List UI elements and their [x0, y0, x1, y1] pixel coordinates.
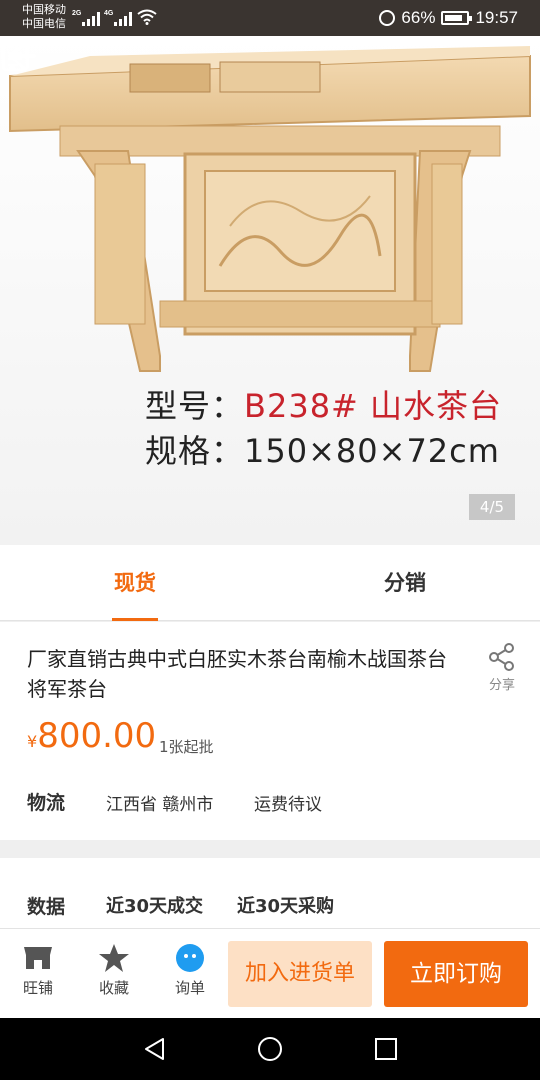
nav-home-icon[interactable]	[257, 1036, 283, 1062]
clock: 19:57	[475, 8, 518, 27]
model-label: 型号：	[145, 387, 245, 425]
bottom-action-bar: 旺铺 收藏 询单 加入进货单 立即订购	[0, 928, 540, 1018]
price-value: 800.00	[37, 716, 157, 756]
network-type-1: 2G	[72, 10, 82, 17]
shop-button[interactable]: 旺铺	[10, 943, 66, 998]
carrier-info: 中国移动 中国电信	[22, 3, 66, 31]
favorite-button[interactable]: 收藏	[86, 943, 142, 998]
carrier-2: 中国电信	[22, 17, 66, 30]
spec-label: 规格：	[145, 432, 245, 470]
status-right: 66% 19:57	[379, 8, 518, 28]
data-label: 数据	[27, 896, 66, 918]
logistics-fee: 运费待议	[254, 795, 322, 815]
image-pager-indicator: 4/5	[469, 494, 515, 520]
battery-icon	[441, 11, 473, 25]
model-value: B238# 山水茶台	[244, 387, 503, 425]
carrier-1: 中国移动	[22, 3, 66, 16]
tab-distribution[interactable]: 分销	[360, 545, 450, 621]
battery-percent: 66%	[401, 8, 436, 27]
favorite-label: 收藏	[98, 979, 129, 997]
currency-symbol: ¥	[27, 732, 38, 751]
share-icon	[489, 643, 514, 671]
product-info-card: 厂家直销古典中式白胚实木茶台南榆木战国茶台将军茶台 分享 ¥800.00 1张起…	[0, 622, 540, 840]
buy-now-button[interactable]: 立即订购	[384, 941, 528, 1007]
tab-bar: 现货 分销	[0, 545, 540, 621]
minimum-order: 1张起批	[159, 738, 214, 756]
shop-label: 旺铺	[22, 979, 53, 997]
spec-value: 150×80×72cm	[244, 432, 500, 470]
data-30day-deals: 近30天成交	[106, 896, 204, 917]
nav-recents-icon[interactable]	[373, 1036, 399, 1062]
chat-bubble-icon	[176, 944, 204, 972]
alarm-icon	[379, 10, 396, 26]
tab-in-stock[interactable]: 现货	[90, 545, 180, 621]
share-button[interactable]: 分享	[482, 642, 522, 693]
spec-caption: 规格：150×80×72cm	[145, 426, 500, 472]
star-icon	[99, 944, 129, 972]
network-type-2: 4G	[104, 10, 114, 17]
signal-icon	[114, 10, 132, 26]
storefront-icon	[24, 947, 52, 969]
inquiry-button[interactable]: 询单	[162, 943, 218, 998]
product-image-carousel[interactable]: 型号：B238# 山水茶台 规格：150×80×72cm 4/5	[0, 36, 540, 545]
system-navigation-bar	[0, 1018, 540, 1080]
more-menu-icon[interactable]	[0, 36, 24, 76]
share-label: 分享	[488, 678, 515, 693]
inquiry-label: 询单	[174, 979, 205, 997]
model-caption: 型号：B238# 山水茶台	[145, 381, 502, 427]
wifi-icon	[137, 9, 157, 25]
product-detail-page: 中国移动 中国电信 2G 4G 66% 19:57 型号：B238# 山水茶台 …	[0, 0, 540, 1080]
add-to-cart-button[interactable]: 加入进货单	[228, 941, 372, 1007]
data-section: 数据 近30天成交 近30天采购	[0, 858, 540, 930]
logistics-label: 物流	[27, 792, 66, 814]
logistics-row: 物流 江西省 赣州市 运费待议	[27, 788, 322, 815]
signal-icon	[82, 10, 100, 26]
status-bar: 中国移动 中国电信 2G 4G 66% 19:57	[0, 0, 540, 36]
nav-back-icon[interactable]	[141, 1036, 167, 1062]
price: ¥800.00	[27, 716, 156, 756]
data-30day-purchases: 近30天采购	[237, 896, 335, 917]
logistics-place: 江西省 赣州市	[106, 795, 214, 815]
product-title: 厂家直销古典中式白胚实木茶台南榆木战国茶台将军茶台	[27, 647, 447, 701]
